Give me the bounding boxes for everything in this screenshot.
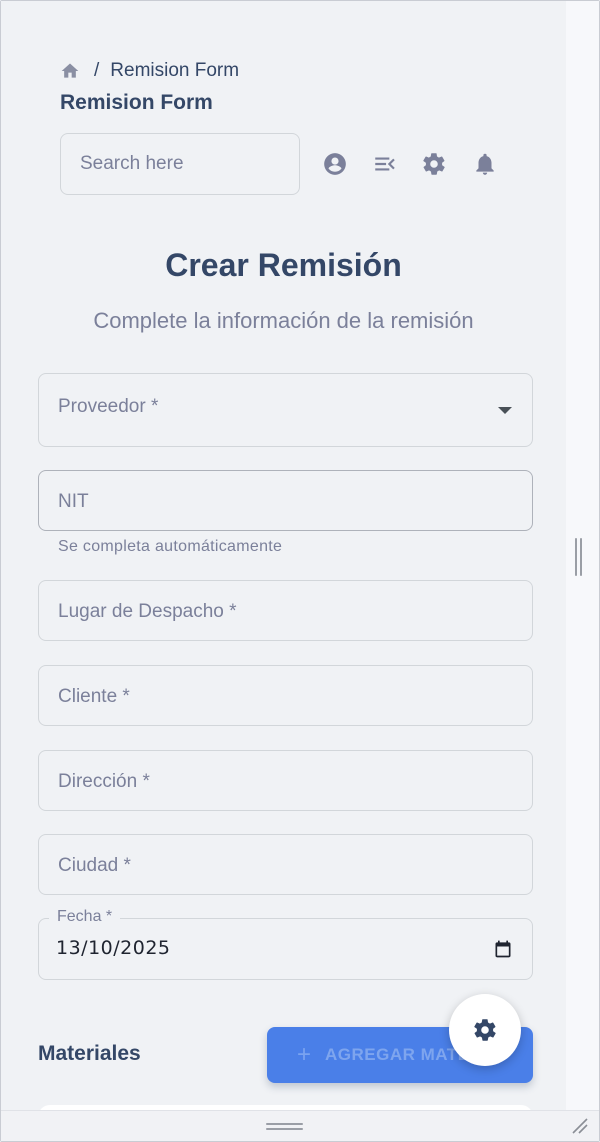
plus-icon: + xyxy=(297,1041,312,1068)
ciudad-label: Ciudad * xyxy=(58,855,131,876)
menu-open-icon[interactable] xyxy=(372,151,398,177)
direccion-label: Dirección * xyxy=(58,771,150,792)
ciudad-field[interactable]: Ciudad * xyxy=(38,834,533,895)
fecha-date-field[interactable]: 13/10/2025 xyxy=(38,918,533,980)
app-viewport: / Remision Form Remision Form Crear Remi… xyxy=(1,1,566,1110)
bottom-resize-handle[interactable] xyxy=(266,1123,303,1131)
form-subtitle: Complete la información de la remisión xyxy=(93,308,474,333)
breadcrumb: / Remision Form xyxy=(60,59,239,83)
settings-gear-icon[interactable] xyxy=(421,151,447,177)
add-material-button-label: AGREGAR MATE xyxy=(325,1045,470,1064)
proveedor-select[interactable]: Proveedor * xyxy=(38,373,533,447)
home-icon[interactable] xyxy=(60,61,80,81)
direccion-field[interactable]: Dirección * xyxy=(38,750,533,811)
lugar-despacho-label: Lugar de Despacho * xyxy=(58,601,237,622)
lugar-despacho-field[interactable]: Lugar de Despacho * xyxy=(38,580,533,641)
fecha-label: Fecha * xyxy=(49,908,121,926)
account-circle-icon[interactable] xyxy=(322,151,348,177)
notifications-bell-icon[interactable] xyxy=(472,151,498,177)
nit-field[interactable]: NIT xyxy=(38,470,533,531)
proveedor-label: Proveedor * xyxy=(58,396,159,417)
dropdown-arrow-icon xyxy=(498,407,512,414)
cliente-label: Cliente * xyxy=(58,686,130,707)
materials-title: Materiales xyxy=(38,1042,141,1065)
page-title: Remision Form xyxy=(60,91,213,114)
nit-label: NIT xyxy=(58,491,89,512)
calendar-icon[interactable] xyxy=(493,939,513,959)
cliente-field[interactable]: Cliente * xyxy=(38,665,533,726)
nit-helper-text: Se completa automáticamente xyxy=(58,538,283,555)
settings-fab[interactable] xyxy=(449,994,521,1066)
fecha-value: 13/10/2025 xyxy=(56,937,171,959)
settings-gear-icon xyxy=(474,1019,496,1041)
resize-corner-icon[interactable] xyxy=(569,1115,589,1135)
search-input[interactable] xyxy=(60,133,300,195)
breadcrumb-current: Remision Form xyxy=(110,60,240,81)
form-title: Crear Remisión xyxy=(165,247,402,283)
vertical-splitter-handle[interactable] xyxy=(575,538,583,576)
breadcrumb-separator: / xyxy=(94,60,100,81)
